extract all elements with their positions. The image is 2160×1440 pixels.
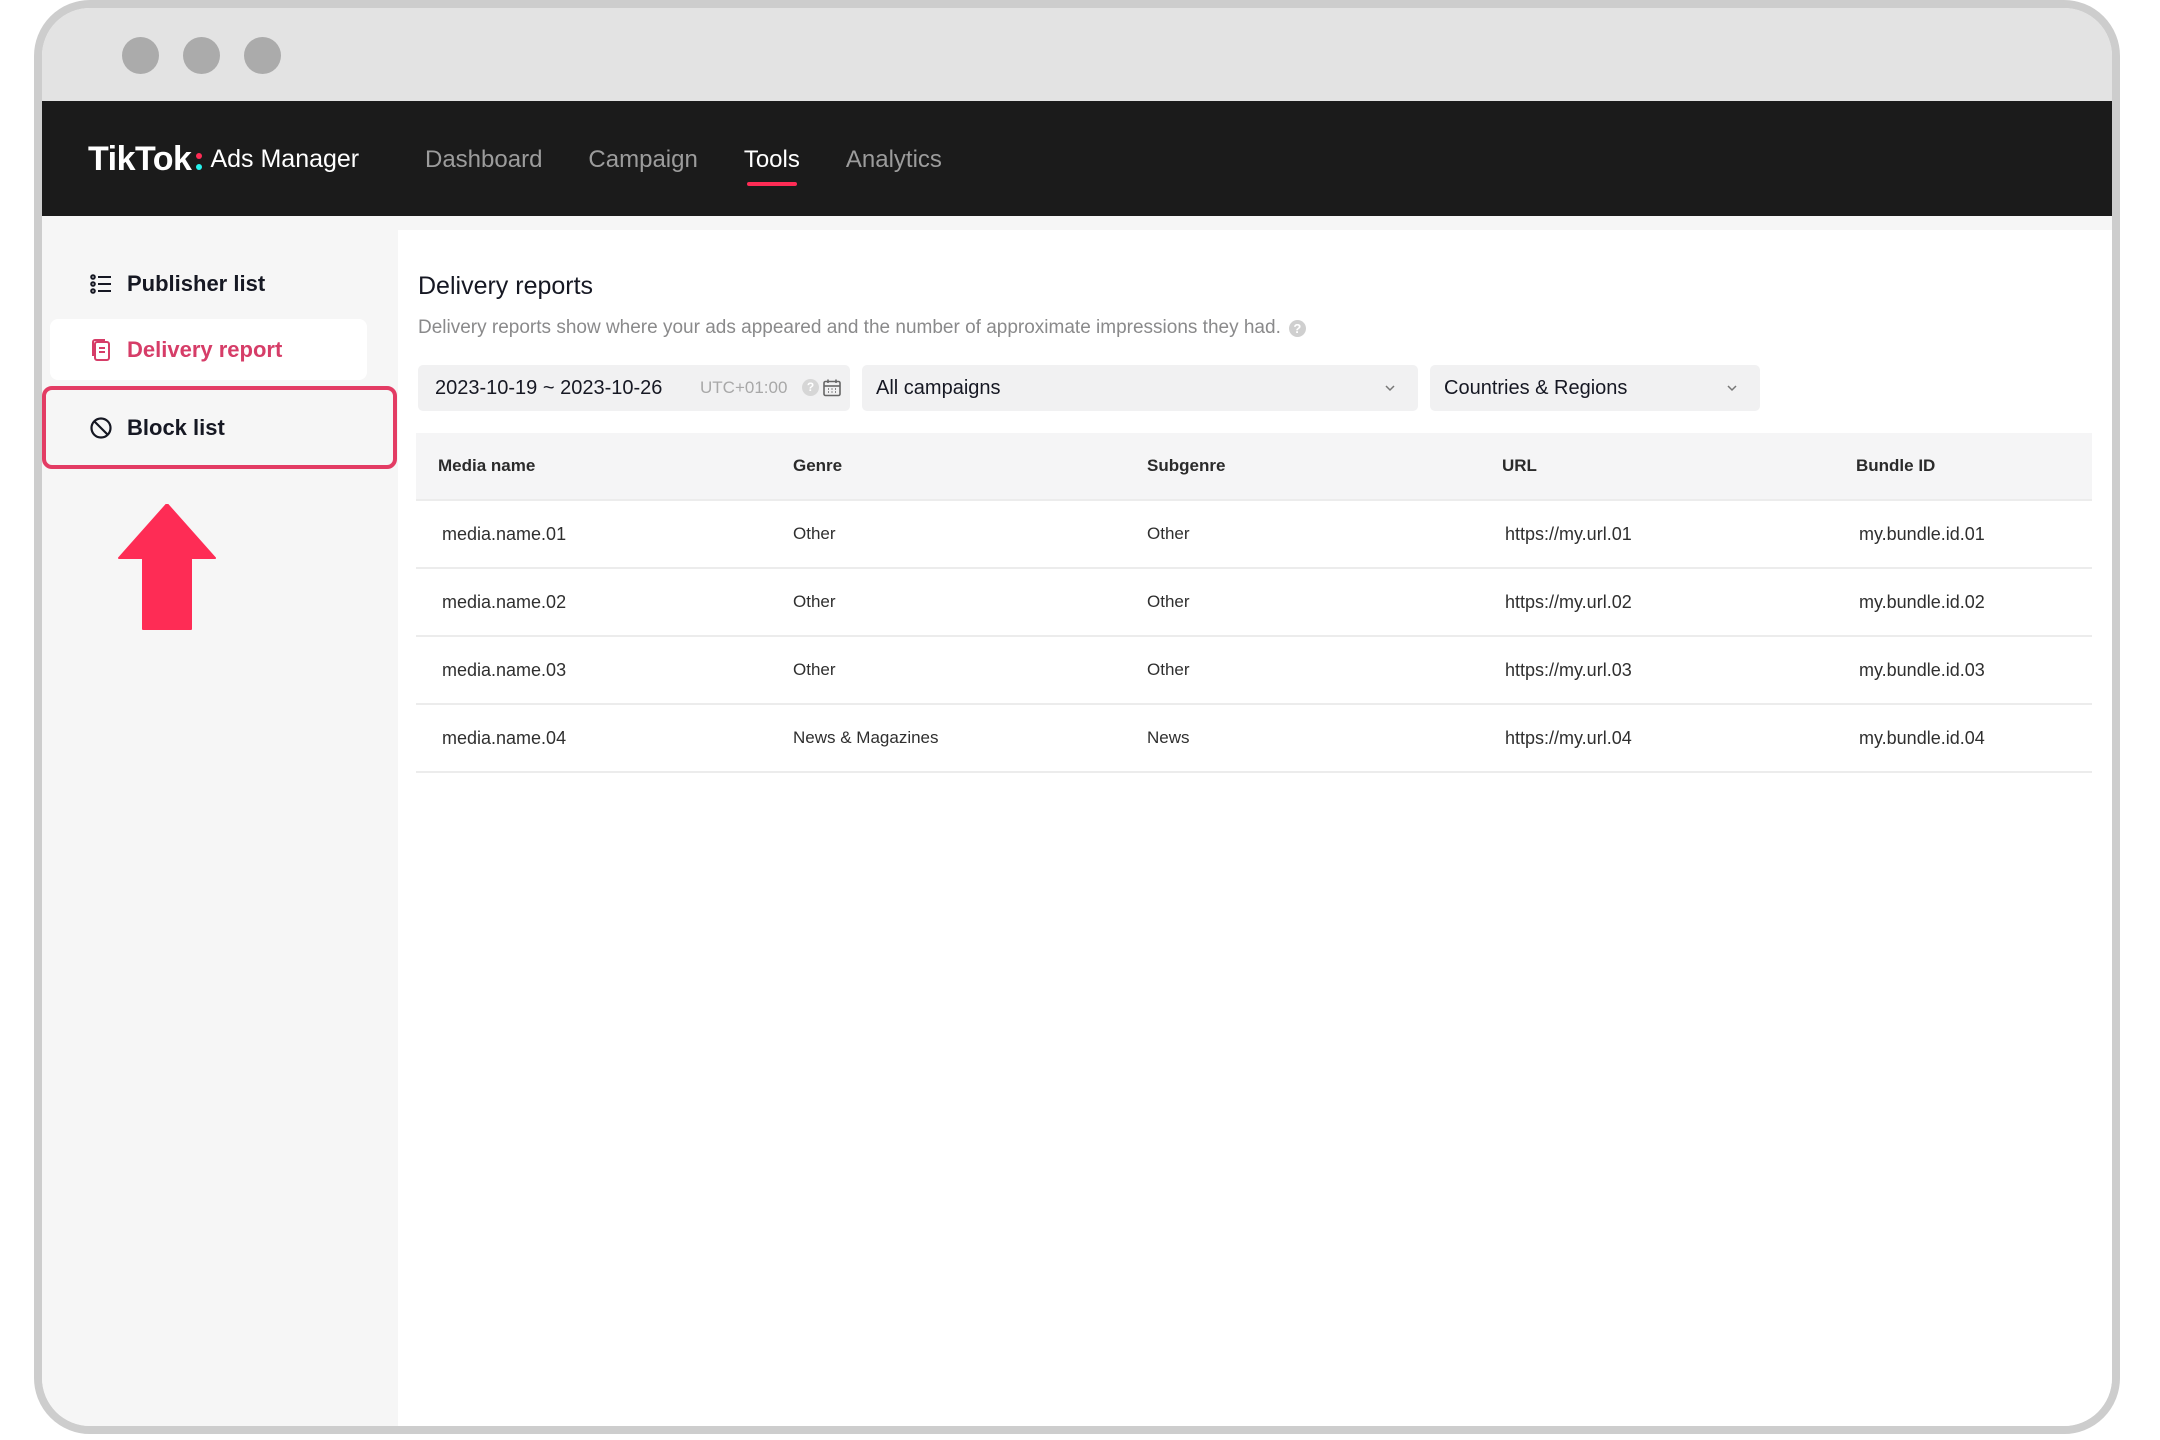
table-header: Media name Genre Subgenre URL Bundle ID bbox=[416, 433, 2092, 501]
date-range-picker[interactable]: 2023-10-19 ~ 2023-10-26 UTC+01:00 ? bbox=[418, 365, 850, 411]
column-header-subgenre[interactable]: Subgenre bbox=[1147, 456, 1225, 476]
nav-analytics[interactable]: Analytics bbox=[846, 101, 942, 216]
cell-url: https://my.url.01 bbox=[1505, 523, 1632, 544]
chevron-down-icon bbox=[1385, 385, 1395, 392]
cell-media-name: media.name.04 bbox=[442, 727, 567, 748]
cell-media-name: media.name.03 bbox=[442, 659, 567, 680]
nav-label: Tools bbox=[743, 146, 800, 173]
help-icon[interactable]: ? bbox=[1288, 319, 1306, 337]
sidebar-item-block-list[interactable]: Block list bbox=[42, 386, 397, 469]
nav-dashboard[interactable]: Dashboard bbox=[425, 101, 542, 216]
window-maximize-button[interactable] bbox=[244, 37, 281, 74]
cell-genre: Other bbox=[793, 660, 836, 679]
calendar-icon bbox=[823, 379, 841, 397]
nav-label: Campaign bbox=[588, 146, 698, 173]
sidebar-item-publisher-list[interactable]: Publisher list bbox=[50, 253, 367, 314]
browser-window: TikTok Ads Manager Dashboard Campaign To… bbox=[34, 0, 2120, 1434]
campaign-select-value: All campaigns bbox=[876, 376, 1001, 399]
window-minimize-button[interactable] bbox=[183, 37, 220, 74]
cell-genre: Other bbox=[793, 592, 836, 611]
cell-genre: News & Magazines bbox=[793, 728, 939, 747]
column-header-media-name[interactable]: Media name bbox=[438, 456, 535, 476]
date-range-value: 2023-10-19 ~ 2023-10-26 bbox=[435, 376, 663, 399]
chevron-down-icon bbox=[1727, 385, 1737, 392]
top-nav: Dashboard Campaign Tools Analytics bbox=[425, 101, 988, 216]
timezone-label: UTC+01:00 bbox=[700, 378, 788, 397]
table-row[interactable]: media.name.04 News & Magazines News http… bbox=[416, 705, 2092, 773]
cell-subgenre: Other bbox=[1147, 524, 1190, 543]
block-icon bbox=[89, 416, 113, 440]
report-icon bbox=[89, 338, 113, 362]
delivery-report-table: Media name Genre Subgenre URL Bundle ID … bbox=[416, 433, 2092, 773]
list-icon bbox=[89, 272, 113, 296]
nav-campaign[interactable]: Campaign bbox=[588, 101, 697, 216]
table-row[interactable]: media.name.02 Other Other https://my.url… bbox=[416, 569, 2092, 637]
app-header: TikTok Ads Manager Dashboard Campaign To… bbox=[42, 101, 2112, 216]
column-header-bundle-id[interactable]: Bundle ID bbox=[1856, 456, 1935, 476]
active-underline bbox=[746, 182, 797, 186]
nav-tools[interactable]: Tools bbox=[744, 101, 800, 216]
logo-colon-icon bbox=[196, 152, 203, 170]
sidebar-item-label: Block list bbox=[127, 414, 225, 440]
logo-product: Ads Manager bbox=[210, 144, 360, 173]
cell-subgenre: Other bbox=[1147, 660, 1190, 679]
nav-label: Analytics bbox=[845, 146, 942, 173]
tiktok-ads-manager-logo[interactable]: TikTok Ads Manager bbox=[88, 139, 359, 179]
cell-genre: Other bbox=[793, 524, 836, 543]
column-header-url[interactable]: URL bbox=[1502, 456, 1537, 476]
cell-media-name: media.name.01 bbox=[442, 523, 567, 544]
campaign-select[interactable]: All campaigns bbox=[862, 365, 1418, 411]
cell-bundle-id: my.bundle.id.01 bbox=[1859, 523, 1985, 544]
table-row[interactable]: media.name.03 Other Other https://my.url… bbox=[416, 637, 2092, 705]
nav-label: Dashboard bbox=[425, 146, 543, 173]
cell-subgenre: Other bbox=[1147, 592, 1190, 611]
page-title: Delivery reports bbox=[418, 272, 594, 300]
region-select-value: Countries & Regions bbox=[1444, 376, 1628, 399]
sidebar-item-label: Delivery report bbox=[127, 336, 283, 362]
cell-url: https://my.url.03 bbox=[1505, 659, 1632, 680]
window-titlebar bbox=[42, 8, 2112, 101]
annotation-up-arrow-icon bbox=[118, 504, 216, 630]
main-content: Delivery reports Delivery reports show w… bbox=[398, 230, 2112, 1426]
sidebar: Publisher list Delivery report Block lis… bbox=[42, 216, 398, 1426]
sidebar-item-label: Publisher list bbox=[127, 270, 266, 296]
cell-bundle-id: my.bundle.id.03 bbox=[1859, 659, 1985, 680]
table-row[interactable]: media.name.01 Other Other https://my.url… bbox=[416, 501, 2092, 569]
page-description: Delivery reports show where your ads app… bbox=[418, 317, 1306, 339]
timezone-help-icon[interactable]: ? bbox=[802, 379, 819, 396]
region-select[interactable]: Countries & Regions bbox=[1430, 365, 1760, 411]
column-header-genre[interactable]: Genre bbox=[793, 456, 842, 476]
cell-url: https://my.url.02 bbox=[1505, 591, 1632, 612]
description-text: Delivery reports show where your ads app… bbox=[418, 317, 1281, 338]
logo-brand: TikTok bbox=[88, 139, 192, 178]
cell-bundle-id: my.bundle.id.04 bbox=[1859, 727, 1985, 748]
cell-subgenre: News bbox=[1147, 728, 1190, 747]
cell-bundle-id: my.bundle.id.02 bbox=[1859, 591, 1985, 612]
window-close-button[interactable] bbox=[122, 37, 159, 74]
sidebar-item-delivery-report[interactable]: Delivery report bbox=[50, 319, 367, 380]
cell-url: https://my.url.04 bbox=[1505, 727, 1632, 748]
cell-media-name: media.name.02 bbox=[442, 591, 567, 612]
